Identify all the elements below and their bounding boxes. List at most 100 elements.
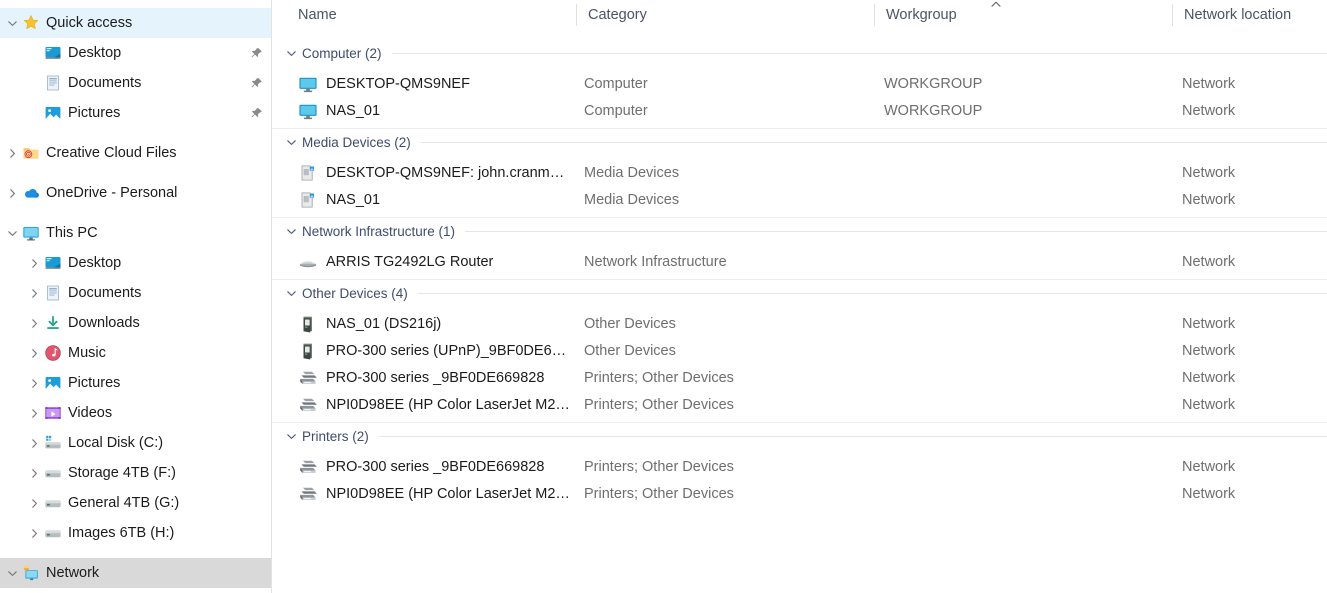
cell-name[interactable]: PRO-300 series (UPnP)_9BF0DE669…: [298, 341, 570, 361]
sidebar-item-label: Documents: [68, 75, 141, 91]
sidebar-item-local-disk-c[interactable]: Local Disk (C:): [0, 428, 271, 458]
chevron-right-icon[interactable]: [26, 398, 42, 428]
chevron-down-icon[interactable]: [280, 431, 302, 442]
chevron-right-icon[interactable]: [26, 248, 42, 278]
cell-name[interactable]: DESKTOP-QMS9NEF: john.cranmer…: [298, 163, 570, 183]
chevron-right-icon[interactable]: [26, 428, 42, 458]
creative-cloud-icon: [22, 144, 40, 162]
table-row[interactable]: NPI0D98EE (HP Color LaserJet M25…)Printe…: [272, 391, 1327, 418]
sidebar-item-desktop[interactable]: Desktop: [0, 38, 271, 68]
table-row[interactable]: PRO-300 series _9BF0DE669828 Printers; Ot…: [272, 364, 1327, 391]
cell-name[interactable]: PRO-300 series _9BF0DE669828: [298, 368, 570, 388]
chevron-right-icon[interactable]: [4, 138, 20, 168]
table-row[interactable]: NAS_01Media DevicesNetwork: [272, 186, 1327, 213]
chevron-right-icon[interactable]: [26, 308, 42, 338]
sidebar-item-label: Music: [68, 345, 106, 361]
table-row[interactable]: NPI0D98EE (HP Color LaserJet M25…)Printe…: [272, 480, 1327, 507]
navigation-pane[interactable]: Quick accessDesktopDocumentsPicturesCrea…: [0, 0, 272, 593]
column-header-label: Category: [588, 7, 647, 23]
onedrive-icon: [22, 184, 40, 202]
column-divider[interactable]: [874, 4, 875, 26]
chevron-down-icon[interactable]: [280, 48, 302, 59]
media-device-icon: [298, 190, 318, 210]
column-header-label: Name: [298, 7, 337, 23]
group-header-rule: [418, 293, 1327, 294]
cell-name[interactable]: NAS_01: [298, 101, 570, 121]
cell-name[interactable]: ARRIS TG2492LG Router: [298, 252, 570, 272]
table-row[interactable]: ARRIS TG2492LG RouterNetwork Infrastruct…: [272, 248, 1327, 275]
chevron-right-icon[interactable]: [26, 518, 42, 548]
pin-icon[interactable]: [250, 38, 263, 68]
sidebar-item-creative-cloud-files[interactable]: Creative Cloud Files: [0, 138, 271, 168]
table-row[interactable]: DESKTOP-QMS9NEFComputerWORKGROUPNetwork: [272, 70, 1327, 97]
cell-name[interactable]: NPI0D98EE (HP Color LaserJet M25…): [298, 395, 570, 415]
column-header-label: Workgroup: [886, 7, 957, 23]
chevron-right-icon[interactable]: [4, 178, 20, 208]
chevron-right-icon[interactable]: [26, 488, 42, 518]
file-list-pane[interactable]: Name Category Workgroup Network location Co…: [272, 0, 1327, 593]
chevron-right-icon[interactable]: [26, 458, 42, 488]
group-header[interactable]: Other Devices (4): [272, 281, 1327, 305]
group-header[interactable]: Printers (2): [272, 424, 1327, 448]
group-header[interactable]: Network Infrastructure (1): [272, 219, 1327, 243]
column-header-row[interactable]: Name Category Workgroup Network location: [272, 0, 1327, 29]
sidebar-item-downloads[interactable]: Downloads: [0, 308, 271, 338]
cell-category: Printers; Other Devices: [584, 370, 874, 386]
column-header-name[interactable]: Name: [286, 0, 576, 29]
sidebar-item-pictures[interactable]: Pictures: [0, 368, 271, 398]
sidebar-item-quick-access[interactable]: Quick access: [0, 8, 271, 38]
chevron-right-icon[interactable]: [26, 278, 42, 308]
chevron-down-icon[interactable]: [4, 218, 20, 248]
table-row[interactable]: DESKTOP-QMS9NEF: john.cranmer…Media Devi…: [272, 159, 1327, 186]
sidebar-item-label: Storage 4TB (F:): [68, 465, 176, 481]
table-row[interactable]: PRO-300 series (UPnP)_9BF0DE669…Other De…: [272, 337, 1327, 364]
group-header-label: Other Devices (4): [302, 286, 418, 301]
group-header-label: Media Devices (2): [302, 135, 421, 150]
group-header-rule: [421, 142, 1327, 143]
sidebar-item-music[interactable]: Music: [0, 338, 271, 368]
sidebar-item-this-pc[interactable]: This PC: [0, 218, 271, 248]
sidebar-item-images-6tb-h[interactable]: Images 6TB (H:): [0, 518, 271, 548]
cell-network-location: Network: [1182, 397, 1327, 413]
pin-icon[interactable]: [250, 68, 263, 98]
sidebar-item-documents[interactable]: Documents: [0, 278, 271, 308]
cell-name[interactable]: DESKTOP-QMS9NEF: [298, 74, 570, 94]
chevron-right-icon[interactable]: [26, 368, 42, 398]
column-divider[interactable]: [576, 4, 577, 26]
sidebar-item-onedrive-personal[interactable]: OneDrive - Personal: [0, 178, 271, 208]
cell-name[interactable]: NAS_01: [298, 190, 570, 210]
printer-icon: [298, 395, 318, 415]
sidebar-item-desktop[interactable]: Desktop: [0, 248, 271, 278]
column-divider[interactable]: [1172, 4, 1173, 26]
group-header[interactable]: Media Devices (2): [272, 130, 1327, 154]
chevron-down-icon[interactable]: [4, 8, 20, 38]
chevron-down-icon[interactable]: [280, 137, 302, 148]
table-row[interactable]: NAS_01 (DS216j)Other DevicesNetwork: [272, 310, 1327, 337]
column-header-location[interactable]: Network location: [1172, 0, 1327, 29]
column-header-category[interactable]: Category: [576, 0, 874, 29]
pin-icon[interactable]: [250, 98, 263, 128]
sidebar-item-label: Creative Cloud Files: [46, 145, 177, 161]
cell-name[interactable]: NAS_01 (DS216j): [298, 314, 570, 334]
cell-name[interactable]: PRO-300 series _9BF0DE669828: [298, 457, 570, 477]
sidebar-item-pictures[interactable]: Pictures: [0, 98, 271, 128]
sidebar-item-label: Desktop: [68, 255, 121, 271]
table-row[interactable]: NAS_01ComputerWORKGROUPNetwork: [272, 97, 1327, 124]
column-header-workgroup[interactable]: Workgroup: [874, 0, 1172, 29]
sidebar-item-videos[interactable]: Videos: [0, 398, 271, 428]
table-row[interactable]: PRO-300 series _9BF0DE669828Printers; Ot…: [272, 453, 1327, 480]
cell-name[interactable]: NPI0D98EE (HP Color LaserJet M25…): [298, 484, 570, 504]
chevron-down-icon[interactable]: [280, 226, 302, 237]
group-header[interactable]: Computer (2): [272, 41, 1327, 65]
chevron-down-icon[interactable]: [4, 558, 20, 588]
drive-icon: [44, 464, 62, 482]
sidebar-item-storage-4tb-f[interactable]: Storage 4TB (F:): [0, 458, 271, 488]
sidebar-item-label: This PC: [46, 225, 98, 241]
item-name-label: PRO-300 series (UPnP)_9BF0DE669…: [326, 343, 570, 359]
chevron-right-icon[interactable]: [26, 338, 42, 368]
sidebar-item-network[interactable]: Network: [0, 558, 271, 588]
cell-category: Computer: [584, 103, 874, 119]
sidebar-item-general-4tb-g[interactable]: General 4TB (G:): [0, 488, 271, 518]
chevron-down-icon[interactable]: [280, 288, 302, 299]
sidebar-item-documents[interactable]: Documents: [0, 68, 271, 98]
